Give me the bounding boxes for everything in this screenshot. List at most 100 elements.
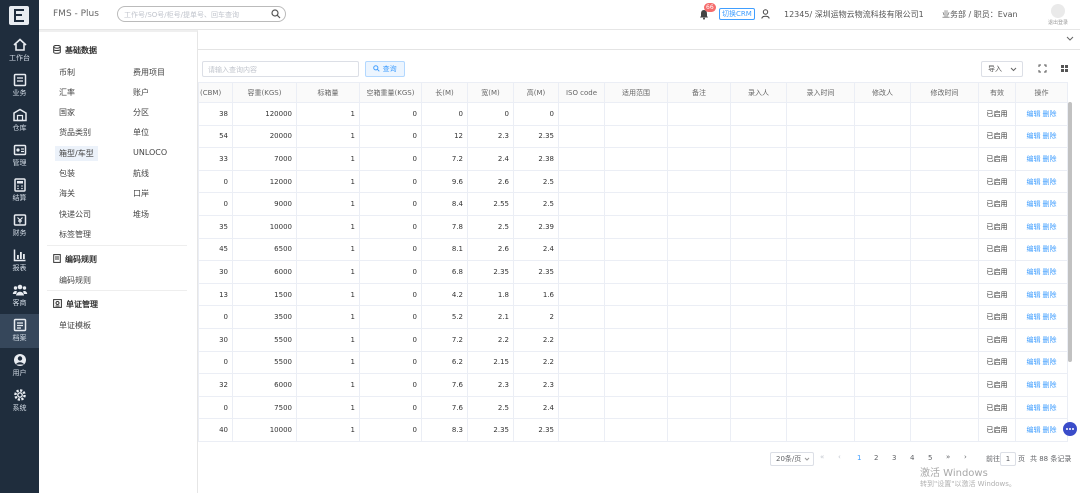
edit-link[interactable]: 编辑 <box>1027 155 1041 163</box>
table-row[interactable]: 45 6500 1 0 8.1 2.6 2.4 已启用 编辑 删除 <box>198 237 1068 262</box>
menu-item-country[interactable]: 国家 <box>59 107 75 118</box>
query-button[interactable]: 查询 <box>365 61 405 77</box>
page-4[interactable]: 4 <box>910 454 914 462</box>
page-1[interactable]: 1 <box>857 454 861 462</box>
edit-link[interactable]: 编辑 <box>1027 132 1041 140</box>
menu-item-doc-templates[interactable]: 单证模板 <box>59 320 91 331</box>
delete-link[interactable]: 删除 <box>1043 178 1057 186</box>
next-pages-icon[interactable]: » <box>946 453 950 461</box>
edit-link[interactable]: 编辑 <box>1027 223 1041 231</box>
menu-item-packaging[interactable]: 包装 <box>59 168 75 179</box>
edit-link[interactable]: 编辑 <box>1027 268 1041 276</box>
delete-link[interactable]: 删除 <box>1043 268 1057 276</box>
first-page-icon[interactable]: « <box>820 453 824 461</box>
search-icon[interactable] <box>271 9 281 19</box>
delete-link[interactable]: 删除 <box>1043 223 1057 231</box>
delete-link[interactable]: 删除 <box>1043 291 1057 299</box>
edit-link[interactable]: 编辑 <box>1027 313 1041 321</box>
table-row[interactable]: 32 6000 1 0 7.6 2.3 2.3 已启用 编辑 删除 <box>198 373 1068 397</box>
edit-link[interactable]: 编辑 <box>1027 200 1041 208</box>
menu-item-code-rules[interactable]: 编码规则 <box>59 275 91 286</box>
menu-item-fee-items[interactable]: 费用项目 <box>133 67 165 78</box>
nav-manage[interactable]: 管理 <box>0 139 39 173</box>
page-2[interactable]: 2 <box>874 454 878 462</box>
import-button[interactable]: 导入 <box>981 61 1023 77</box>
edit-link[interactable]: 编辑 <box>1027 336 1041 344</box>
page-size-select[interactable]: 20条/页 <box>770 452 814 466</box>
nav-user[interactable]: 用户 <box>0 349 39 383</box>
nav-archive[interactable]: 档案 <box>0 314 39 348</box>
avatar[interactable] <box>1051 4 1065 18</box>
menu-item-courier[interactable]: 快递公司 <box>59 209 91 220</box>
edit-link[interactable]: 编辑 <box>1027 404 1041 412</box>
table-row[interactable]: 38 120000 1 0 0 0 0 已启用 编辑 删除 <box>198 102 1068 126</box>
edit-link[interactable]: 编辑 <box>1027 178 1041 186</box>
nav-warehouse[interactable]: 仓库 <box>0 104 39 138</box>
table-row[interactable]: 35 10000 1 0 7.8 2.5 2.39 已启用 编辑 删除 <box>198 214 1068 239</box>
delete-link[interactable]: 删除 <box>1043 245 1057 253</box>
column-settings-icon[interactable] <box>1060 64 1069 73</box>
edit-link[interactable]: 编辑 <box>1027 245 1041 253</box>
menu-item-customs[interactable]: 海关 <box>59 188 75 199</box>
table-row[interactable]: 0 12000 1 0 9.6 2.6 2.5 已启用 编辑 删除 <box>198 169 1068 194</box>
logout-label[interactable]: 退出登录 <box>1048 19 1068 26</box>
nav-calculator[interactable]: 结算 <box>0 174 39 208</box>
table-row[interactable]: 40 10000 1 0 8.3 2.35 2.35 已启用 编辑 删除 <box>198 418 1068 442</box>
next-page-icon[interactable]: › <box>964 453 967 461</box>
menu-item-currency[interactable]: 币制 <box>59 67 75 78</box>
table-row[interactable]: 13 1500 1 0 4.2 1.8 1.6 已启用 编辑 删除 <box>198 282 1068 307</box>
menu-item-account[interactable]: 账户 <box>133 87 149 98</box>
menu-item-goods-category[interactable]: 货品类别 <box>59 127 91 138</box>
edit-link[interactable]: 编辑 <box>1027 110 1041 118</box>
person-icon[interactable] <box>761 9 770 19</box>
delete-link[interactable]: 删除 <box>1043 404 1057 412</box>
edit-link[interactable]: 编辑 <box>1027 291 1041 299</box>
goto-page-input[interactable]: 1 <box>1000 452 1016 466</box>
nav-report[interactable]: 报表 <box>0 244 39 278</box>
table-row[interactable]: 54 20000 1 0 12 2.3 2.35 已启用 编辑 删除 <box>198 124 1068 149</box>
menu-item-unloco[interactable]: UNLOCO <box>133 148 167 157</box>
page-3[interactable]: 3 <box>892 454 896 462</box>
delete-link[interactable]: 删除 <box>1043 358 1057 366</box>
chevron-down-icon[interactable] <box>1066 36 1074 42</box>
chat-help-icon[interactable] <box>1063 422 1077 436</box>
nav-finance[interactable]: 财务 <box>0 209 39 243</box>
prev-page-icon[interactable]: ‹ <box>838 453 841 461</box>
table-row[interactable]: 30 6000 1 0 6.8 2.35 2.35 已启用 编辑 删除 <box>198 260 1068 284</box>
menu-item-yard[interactable]: 堆场 <box>133 209 149 220</box>
edit-link[interactable]: 编辑 <box>1027 381 1041 389</box>
edit-link[interactable]: 编辑 <box>1027 358 1041 366</box>
table-row[interactable]: 0 7500 1 0 7.6 2.5 2.4 已启用 编辑 删除 <box>198 395 1068 420</box>
delete-link[interactable]: 删除 <box>1043 200 1057 208</box>
menu-item-tags[interactable]: 标签管理 <box>59 229 91 240</box>
delete-link[interactable]: 删除 <box>1043 313 1057 321</box>
menu-item-port[interactable]: 口岸 <box>133 188 149 199</box>
query-input[interactable]: 请输入查询内容 <box>202 61 359 77</box>
fullscreen-icon[interactable] <box>1038 64 1047 73</box>
delete-link[interactable]: 删除 <box>1043 110 1057 118</box>
delete-link[interactable]: 删除 <box>1043 155 1057 163</box>
table-scrollbar[interactable] <box>1068 102 1072 362</box>
nav-settings[interactable]: 系统 <box>0 384 39 418</box>
global-search-input[interactable]: 工作号/SO号/柜号/提单号、回车查询 <box>117 6 286 22</box>
menu-item-unit[interactable]: 单位 <box>133 127 149 138</box>
table-row[interactable]: 0 5500 1 0 6.2 2.15 2.2 已启用 编辑 删除 <box>198 350 1068 375</box>
table-row[interactable]: 30 5500 1 0 7.2 2.2 2.2 已启用 编辑 删除 <box>198 327 1068 352</box>
delete-link[interactable]: 删除 <box>1043 381 1057 389</box>
menu-item-container-type[interactable]: 箱型/车型 <box>55 146 98 161</box>
table-row[interactable]: 33 7000 1 0 7.2 2.4 2.38 已启用 编辑 删除 <box>198 147 1068 171</box>
menu-item-exchange-rate[interactable]: 汇率 <box>59 87 75 98</box>
nav-customers[interactable]: 客商 <box>0 279 39 313</box>
nav-home[interactable]: 工作台 <box>0 34 39 68</box>
menu-item-route[interactable]: 航线 <box>133 168 149 179</box>
delete-link[interactable]: 删除 <box>1043 336 1057 344</box>
nav-business[interactable]: 业务 <box>0 69 39 103</box>
menu-item-zone[interactable]: 分区 <box>133 107 149 118</box>
delete-link[interactable]: 删除 <box>1043 426 1057 434</box>
edit-link[interactable]: 编辑 <box>1027 426 1041 434</box>
table-row[interactable]: 0 3500 1 0 5.2 2.1 2 已启用 编辑 删除 <box>198 305 1068 329</box>
table-row[interactable]: 0 9000 1 0 8.4 2.55 2.5 已启用 编辑 删除 <box>198 192 1068 216</box>
page-5[interactable]: 5 <box>928 454 932 462</box>
delete-link[interactable]: 删除 <box>1043 132 1057 140</box>
switch-crm-button[interactable]: 切换CRM <box>719 8 755 20</box>
